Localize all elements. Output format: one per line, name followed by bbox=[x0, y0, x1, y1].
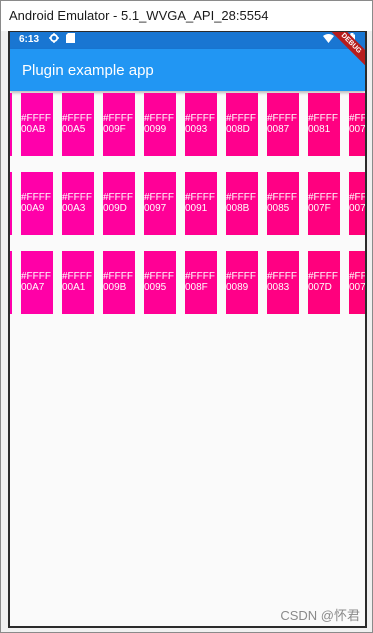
color-cell[interactable]: #FFFF 007F bbox=[308, 172, 340, 235]
color-cell-label-line2: 0077 bbox=[349, 282, 365, 293]
color-cell-label-line2: 009B bbox=[103, 282, 127, 293]
color-cell[interactable]: #FFFF0077 bbox=[349, 251, 365, 314]
color-cell-edge bbox=[10, 93, 12, 156]
color-cell-label-line1: #FFFF bbox=[144, 113, 174, 124]
color-cell-label-line2: 00A5 bbox=[62, 124, 86, 135]
color-cell[interactable]: #FFFF 0093 bbox=[185, 93, 217, 156]
color-cell-label-line1: #FFFF bbox=[103, 192, 133, 203]
window-title: Android Emulator - 5.1_WVGA_API_28:5554 bbox=[9, 8, 269, 23]
color-cell-label-line2: 0093 bbox=[185, 124, 208, 135]
color-cell-label-line1: #FFFF bbox=[185, 192, 215, 203]
gear-icon bbox=[49, 33, 59, 46]
color-cell-label-line1: #FFFF bbox=[349, 113, 365, 124]
color-cell[interactable]: #FFFF 00A5 bbox=[62, 93, 94, 156]
color-cell-label-line2: 009D bbox=[103, 203, 127, 214]
csdn-watermark: CSDN @怀君 bbox=[280, 608, 360, 623]
status-time: 6:13 bbox=[19, 34, 40, 45]
color-cell-label-line2: 00A7 bbox=[21, 282, 45, 293]
color-cell-label-line1: #FFFF bbox=[103, 113, 133, 124]
color-cell-label-line1: #FFFF bbox=[144, 271, 174, 282]
color-cell-label-line2: 008B bbox=[226, 203, 250, 214]
color-cell-label-line2: 007F bbox=[308, 203, 331, 214]
color-cell-label-line1: #FFFF bbox=[267, 271, 297, 282]
color-cell-edge bbox=[10, 172, 12, 235]
color-cell-label-line1: #FFFF bbox=[267, 192, 297, 203]
color-cell[interactable]: #FFFF 009D bbox=[103, 172, 135, 235]
color-cell[interactable]: #FFFF 00A9 bbox=[21, 172, 53, 235]
color-cell-label-line1: #FFFF bbox=[21, 113, 51, 124]
color-cell[interactable]: #FFFF 0085 bbox=[267, 172, 299, 235]
color-cell-label-line1: #FFFF bbox=[21, 271, 51, 282]
color-cell[interactable]: #FFFF 009F bbox=[103, 93, 135, 156]
color-cell-label-line2: 0099 bbox=[144, 124, 167, 135]
color-cell-label-line1: #FFFF bbox=[226, 192, 256, 203]
color-cell-label-line2: 008F bbox=[185, 282, 208, 293]
color-cell-edge bbox=[10, 251, 12, 314]
color-cell-label-line1: #FFFF bbox=[226, 271, 256, 282]
color-cell[interactable]: #FFFF 0091 bbox=[185, 172, 217, 235]
color-cell-label-line2: 00A9 bbox=[21, 203, 45, 214]
color-cell[interactable]: #FFFF 007D bbox=[308, 251, 340, 314]
window-titlebar[interactable]: Android Emulator - 5.1_WVGA_API_28:5554 bbox=[1, 1, 372, 31]
color-cell-label-line2: 0079 bbox=[349, 203, 365, 214]
color-cell-label-line1: #FFFF bbox=[267, 113, 297, 124]
color-cell[interactable]: #FFFF 008B bbox=[226, 172, 258, 235]
color-cell-label-line1: #FFFF bbox=[308, 271, 338, 282]
color-cell-label-line1: #FFFF bbox=[308, 192, 338, 203]
color-cell-label-line2: 007B bbox=[349, 124, 365, 135]
color-cell-label-line1: #FFFF bbox=[226, 113, 256, 124]
color-cell[interactable]: #FFFF 00AB bbox=[21, 93, 53, 156]
color-cell-label-line1: #FFFF bbox=[103, 271, 133, 282]
color-cell[interactable]: #FFFF 00A3 bbox=[62, 172, 94, 235]
color-cell-label-line2: 009F bbox=[103, 124, 126, 135]
color-cell-label-line1: #FFFF bbox=[62, 271, 92, 282]
device-screen[interactable]: 6:13 Plugin example app DEBUG #FFFF 00AB #… bbox=[10, 32, 365, 626]
app-bar-title: Plugin example app bbox=[22, 62, 154, 79]
color-cell-label-line2: 00AB bbox=[21, 124, 46, 135]
color-cell-label-line2: 007D bbox=[308, 282, 332, 293]
color-cell[interactable]: #FFFF 0095 bbox=[144, 251, 176, 314]
app-bar: Plugin example app bbox=[10, 49, 365, 91]
color-cell[interactable]: #FFFF 0099 bbox=[144, 93, 176, 156]
color-cell-label-line2: 00A1 bbox=[62, 282, 86, 293]
color-cell[interactable]: #FFFF0079 bbox=[349, 172, 365, 235]
color-cell-label-line1: #FFFF bbox=[185, 113, 215, 124]
color-cell[interactable]: #FFFF 0087 bbox=[267, 93, 299, 156]
color-cell-label-line1: #FFFF bbox=[349, 192, 365, 203]
color-cell[interactable]: #FFFF 008D bbox=[226, 93, 258, 156]
color-cell[interactable]: #FFFF 0083 bbox=[267, 251, 299, 314]
color-cell[interactable]: #FFFF 00A7 bbox=[21, 251, 53, 314]
status-bar: 6:13 bbox=[10, 32, 365, 49]
color-cell-label-line2: 0095 bbox=[144, 282, 167, 293]
color-cell[interactable]: #FFFF 00A1 bbox=[62, 251, 94, 314]
color-cell[interactable]: #FFFF 0089 bbox=[226, 251, 258, 314]
color-cell-label-line2: 0091 bbox=[185, 203, 208, 214]
wifi-icon bbox=[323, 33, 334, 46]
color-cell-label-line2: 0085 bbox=[267, 203, 290, 214]
color-cell-label-line2: 0089 bbox=[226, 282, 249, 293]
color-cell[interactable]: #FFFF007B bbox=[349, 93, 365, 156]
color-cell-label-line1: #FFFF bbox=[308, 113, 338, 124]
color-cell-label-line2: 0097 bbox=[144, 203, 167, 214]
color-cell-label-line2: 00A3 bbox=[62, 203, 86, 214]
color-cell-label-line1: #FFFF bbox=[21, 192, 51, 203]
color-cell-label-line2: 008D bbox=[226, 124, 250, 135]
color-cell-label-line1: #FFFF bbox=[62, 192, 92, 203]
color-cell-label-line1: #FFFF bbox=[62, 113, 92, 124]
color-cell[interactable]: #FFFF 0081 bbox=[308, 93, 340, 156]
device-frame: 6:13 Plugin example app DEBUG #FFFF 00AB #… bbox=[8, 31, 367, 628]
color-cell-label-line1: #FFFF bbox=[144, 192, 174, 203]
color-cell-label-line1: #FFFF bbox=[185, 271, 215, 282]
emulator-window: Android Emulator - 5.1_WVGA_API_28:5554 … bbox=[0, 0, 373, 633]
color-cell[interactable]: #FFFF 0097 bbox=[144, 172, 176, 235]
color-cell[interactable]: #FFFF 009B bbox=[103, 251, 135, 314]
sd-card-icon bbox=[66, 33, 75, 46]
color-cell[interactable]: #FFFF 008F bbox=[185, 251, 217, 314]
color-cell-label-line2: 0087 bbox=[267, 124, 290, 135]
color-cell-label-line2: 0081 bbox=[308, 124, 331, 135]
color-cell-label-line2: 0083 bbox=[267, 282, 290, 293]
color-cell-label-line1: #FFFF bbox=[349, 271, 365, 282]
